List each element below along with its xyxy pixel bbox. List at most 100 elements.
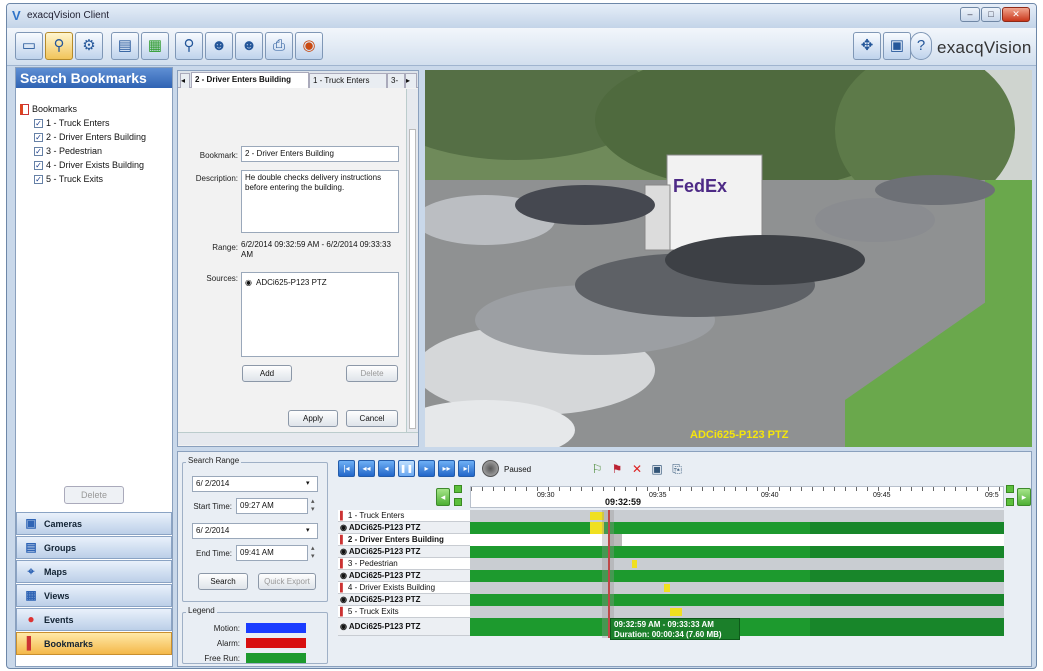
calendar-icon[interactable]: ▾ bbox=[306, 479, 310, 487]
tab-bookmark-1[interactable]: 1 - Truck Enters bbox=[309, 73, 387, 88]
nav-views[interactable]: ▦ Views bbox=[16, 584, 172, 607]
record-disc-icon[interactable]: ◉ bbox=[295, 32, 323, 60]
bookmark-marker[interactable] bbox=[670, 608, 682, 616]
checkbox[interactable]: ✓ bbox=[34, 132, 43, 142]
fullscreen-icon[interactable]: ✥ bbox=[853, 32, 881, 60]
start-time-spinner[interactable]: ▴ ▾ bbox=[311, 498, 321, 514]
timeline-camera-row[interactable]: ◉ ADCi625-P123 PTZ bbox=[338, 546, 470, 558]
timeline-camera-row[interactable]: ◉ ADCi625-P123 PTZ bbox=[338, 570, 470, 582]
clear-bookmark-icon[interactable]: ✕ bbox=[628, 460, 646, 478]
zoom-out-icon[interactable] bbox=[454, 498, 462, 506]
tree-item[interactable]: ✓ 2 - Driver Enters Building bbox=[34, 130, 146, 144]
bookmark-track[interactable] bbox=[470, 582, 1004, 594]
layout-icon[interactable]: ▤ bbox=[111, 32, 139, 60]
bookmark-start-icon[interactable]: ⚐ bbox=[588, 460, 606, 478]
recording-track[interactable] bbox=[470, 594, 1004, 606]
fast-forward-button[interactable]: ▸▸ bbox=[438, 460, 455, 477]
user-icon[interactable]: ☻ bbox=[205, 32, 233, 60]
nav-cameras[interactable]: ▣ Cameras bbox=[16, 512, 172, 535]
tree-item[interactable]: ✓ 5 - Truck Exits bbox=[34, 172, 146, 186]
end-date-picker[interactable]: 6/ 2/2014 bbox=[192, 523, 318, 539]
pause-button[interactable]: ❚❚ bbox=[398, 460, 415, 477]
live-view-icon[interactable]: ▭ bbox=[15, 32, 43, 60]
timeline-camera-row[interactable]: ◉ ADCi625-P123 PTZ bbox=[338, 522, 470, 534]
timeline-next-icon[interactable]: ▸ bbox=[1017, 488, 1031, 506]
skip-start-button[interactable]: |◂ bbox=[338, 460, 355, 477]
timeline-bookmark-row[interactable]: ▌ 2 - Driver Enters Building bbox=[338, 534, 470, 546]
zoom-icon[interactable]: ⚲ bbox=[175, 32, 203, 60]
tab-bookmark-2[interactable]: 2 - Driver Enters Building bbox=[191, 72, 309, 88]
nav-groups[interactable]: ▤ Groups bbox=[16, 536, 172, 559]
checkbox[interactable]: ✓ bbox=[34, 146, 43, 156]
description-textarea[interactable]: He double checks delivery instructions b… bbox=[241, 170, 399, 233]
bookmark-marker[interactable] bbox=[664, 584, 670, 592]
help-icon[interactable]: ? bbox=[910, 32, 932, 60]
checkbox[interactable]: ✓ bbox=[34, 174, 43, 184]
step-back-button[interactable]: ◂ bbox=[378, 460, 395, 477]
calendar-icon[interactable]: ▾ bbox=[306, 526, 310, 534]
zoom-out-right-icon[interactable] bbox=[1006, 498, 1014, 506]
recording-track[interactable] bbox=[470, 570, 1004, 582]
delete-bookmark-button[interactable]: Delete bbox=[64, 486, 124, 504]
source-item[interactable]: ◉ ADCi625-P123 PTZ bbox=[245, 278, 395, 288]
nav-maps[interactable]: ⌖ Maps bbox=[16, 560, 172, 583]
scrollbar-thumb[interactable] bbox=[409, 129, 416, 429]
record-icon[interactable] bbox=[482, 460, 499, 477]
cancel-button[interactable]: Cancel bbox=[346, 410, 398, 427]
tab-scroll-left-icon[interactable]: ◂ bbox=[180, 73, 190, 88]
quick-export-button[interactable]: Quick Export bbox=[258, 573, 316, 590]
save-icon[interactable]: ⎘ bbox=[668, 460, 686, 478]
bookmark-track[interactable] bbox=[470, 510, 1004, 522]
skip-end-button[interactable]: ▸| bbox=[458, 460, 475, 477]
tree-item[interactable]: ✓ 1 - Truck Enters bbox=[34, 116, 146, 130]
checkbox[interactable]: ✓ bbox=[34, 118, 43, 128]
search-icon[interactable]: ⚲ bbox=[45, 32, 73, 60]
tree-root[interactable]: Bookmarks bbox=[20, 102, 146, 116]
config-icon[interactable]: ⚙ bbox=[75, 32, 103, 60]
window-mode-icon[interactable]: ▣ bbox=[883, 32, 911, 60]
end-time-input[interactable]: 09:41 AM bbox=[236, 545, 308, 561]
apply-button[interactable]: Apply bbox=[288, 410, 338, 427]
time-ruler[interactable]: 09:30 09:35 09:40 09:45 09:5 09:32:59 bbox=[470, 486, 1005, 508]
minimize-button[interactable]: – bbox=[960, 7, 980, 22]
bookmark-track[interactable] bbox=[470, 534, 1004, 546]
timeline-bookmark-row[interactable]: ▌ 4 - Driver Exists Building bbox=[338, 582, 470, 594]
bookmark-end-icon[interactable]: ⚑ bbox=[608, 460, 626, 478]
timeline-camera-row[interactable]: ◉ ADCi625-P123 PTZ bbox=[338, 594, 470, 606]
timeline-prev-icon[interactable]: ◂ bbox=[436, 488, 450, 506]
timeline-bookmark-row[interactable]: ▌ 3 - Pedestrian bbox=[338, 558, 470, 570]
zoom-in-right-icon[interactable] bbox=[1006, 485, 1014, 493]
tab-bookmark-3[interactable]: 3- bbox=[387, 73, 405, 88]
nav-events[interactable]: ● Events bbox=[16, 608, 172, 631]
search-button[interactable]: Search bbox=[198, 573, 248, 590]
start-date-picker[interactable]: 6/ 2/2014 bbox=[192, 476, 318, 492]
step-forward-button[interactable]: ▸ bbox=[418, 460, 435, 477]
timeline-camera-row[interactable]: ◉ ADCi625-P123 PTZ bbox=[338, 618, 470, 636]
add-source-button[interactable]: Add bbox=[242, 365, 292, 382]
bookmark-marker[interactable] bbox=[632, 560, 637, 568]
bookmark-track[interactable] bbox=[470, 558, 1004, 570]
recording-track[interactable] bbox=[470, 546, 1004, 558]
checkbox[interactable]: ✓ bbox=[34, 160, 43, 170]
print-icon[interactable]: ⎙ bbox=[265, 32, 293, 60]
nav-bookmarks[interactable]: ▌ Bookmarks bbox=[16, 632, 172, 655]
zoom-in-icon[interactable] bbox=[454, 485, 462, 493]
bookmark-name-input[interactable]: 2 - Driver Enters Building bbox=[241, 146, 399, 162]
form-hscrollbar[interactable] bbox=[178, 432, 418, 445]
grid-view-icon[interactable]: ▦ bbox=[141, 32, 169, 60]
tree-item[interactable]: ✓ 4 - Driver Exists Building bbox=[34, 158, 146, 172]
bookmark-track[interactable] bbox=[470, 606, 1004, 618]
start-time-input[interactable]: 09:27 AM bbox=[236, 498, 308, 514]
timeline-bookmark-row[interactable]: ▌ 1 - Truck Enters bbox=[338, 510, 470, 522]
timeline-bookmark-row[interactable]: ▌ 5 - Truck Exits bbox=[338, 606, 470, 618]
users-icon[interactable]: ☻ bbox=[235, 32, 263, 60]
recording-track[interactable] bbox=[470, 522, 1004, 534]
end-time-spinner[interactable]: ▴ ▾ bbox=[311, 545, 321, 561]
delete-source-button[interactable]: Delete bbox=[346, 365, 398, 382]
rewind-button[interactable]: ◂◂ bbox=[358, 460, 375, 477]
video-feed[interactable]: FedEx ADCi625-P123 PTZ bbox=[425, 70, 1032, 447]
close-button[interactable]: ✕ bbox=[1002, 7, 1030, 22]
maximize-button[interactable]: □ bbox=[981, 7, 1001, 22]
form-scrollbar[interactable] bbox=[406, 89, 418, 432]
tab-scroll-right-icon[interactable]: ▸ bbox=[405, 73, 417, 88]
